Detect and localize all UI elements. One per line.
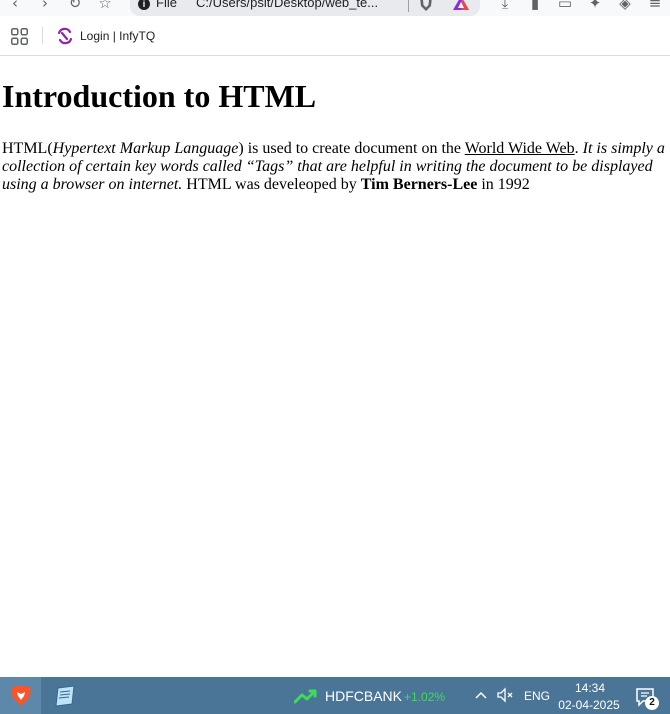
- back-icon[interactable]: ‹: [6, 0, 24, 12]
- reload-icon[interactable]: ↻: [66, 0, 84, 12]
- notepad-app-icon[interactable]: [52, 684, 78, 708]
- paragraph-italic-term: Hypertext Markup Language: [52, 140, 239, 157]
- stock-chart-icon[interactable]: [294, 688, 318, 704]
- stock-change: +1.02%: [404, 690, 446, 704]
- taskbar: HDFCBANK +1.02% ENG 14:34 02-04-2025 2: [0, 677, 670, 714]
- vpn-icon[interactable]: ◈: [616, 0, 634, 12]
- paragraph-text: HTML was develeoped by: [182, 176, 361, 193]
- stock-name[interactable]: HDFCBANK: [325, 688, 402, 704]
- menu-icon[interactable]: ≡: [646, 0, 664, 12]
- bookmarks-divider: [42, 27, 43, 44]
- extensions-icon[interactable]: ✦: [586, 0, 604, 12]
- intro-paragraph: HTML(Hypertext Markup Language) is used …: [2, 140, 668, 194]
- language-indicator[interactable]: ENG: [524, 689, 550, 703]
- page-heading: Introduction to HTML: [2, 78, 317, 114]
- wallet-icon[interactable]: ▭: [556, 0, 574, 12]
- paragraph-text: HTML(: [2, 140, 53, 157]
- sidebar-icon[interactable]: ▮: [526, 0, 544, 12]
- notification-count-badge: 2: [645, 696, 659, 710]
- address-bar[interactable]: i File C:/Users/psit/Desktop/web_te...: [130, 0, 480, 16]
- clock-date[interactable]: 02-04-2025: [554, 697, 624, 713]
- brave-shields-icon[interactable]: [418, 0, 434, 12]
- url-text[interactable]: C:/Users/psit/Desktop/web_te...: [196, 0, 378, 10]
- bookmarks-bar: Login | InfyTQ: [0, 16, 670, 56]
- chevron-up-icon[interactable]: [474, 687, 488, 703]
- url-scheme-label: File: [156, 0, 177, 10]
- paragraph-text: in 1992: [477, 176, 530, 193]
- forward-icon[interactable]: ›: [36, 0, 54, 12]
- bookmark-label: Login | InfyTQ: [80, 29, 156, 43]
- url-divider: [408, 0, 409, 12]
- paragraph-text: .: [574, 140, 583, 157]
- paragraph-bold-name: Tim Berners-Lee: [360, 176, 478, 193]
- world-wide-web-link[interactable]: World Wide Web: [465, 140, 575, 157]
- brave-browser-icon: [10, 685, 31, 706]
- site-info-icon[interactable]: i: [138, 0, 150, 10]
- downloads-icon[interactable]: ⤓: [496, 0, 514, 12]
- browser-toolbar: ‹ › ↻ ☆ i File C:/Users/psit/Desktop/web…: [0, 0, 670, 16]
- page-content: Introduction to HTML HTML(Hypertext Mark…: [2, 56, 668, 194]
- volume-mute-icon[interactable]: [496, 687, 514, 703]
- infytq-logo-icon: [57, 27, 73, 45]
- bookmark-icon[interactable]: ☆: [96, 0, 114, 12]
- bookmark-infytq[interactable]: Login | InfyTQ: [56, 25, 155, 47]
- clock-time[interactable]: 14:34: [560, 680, 620, 696]
- apps-grid-icon[interactable]: [11, 28, 28, 45]
- paragraph-text: ) is used to create document on the: [238, 140, 465, 157]
- brave-rewards-icon[interactable]: [452, 0, 470, 12]
- taskbar-brave-button[interactable]: [0, 677, 41, 714]
